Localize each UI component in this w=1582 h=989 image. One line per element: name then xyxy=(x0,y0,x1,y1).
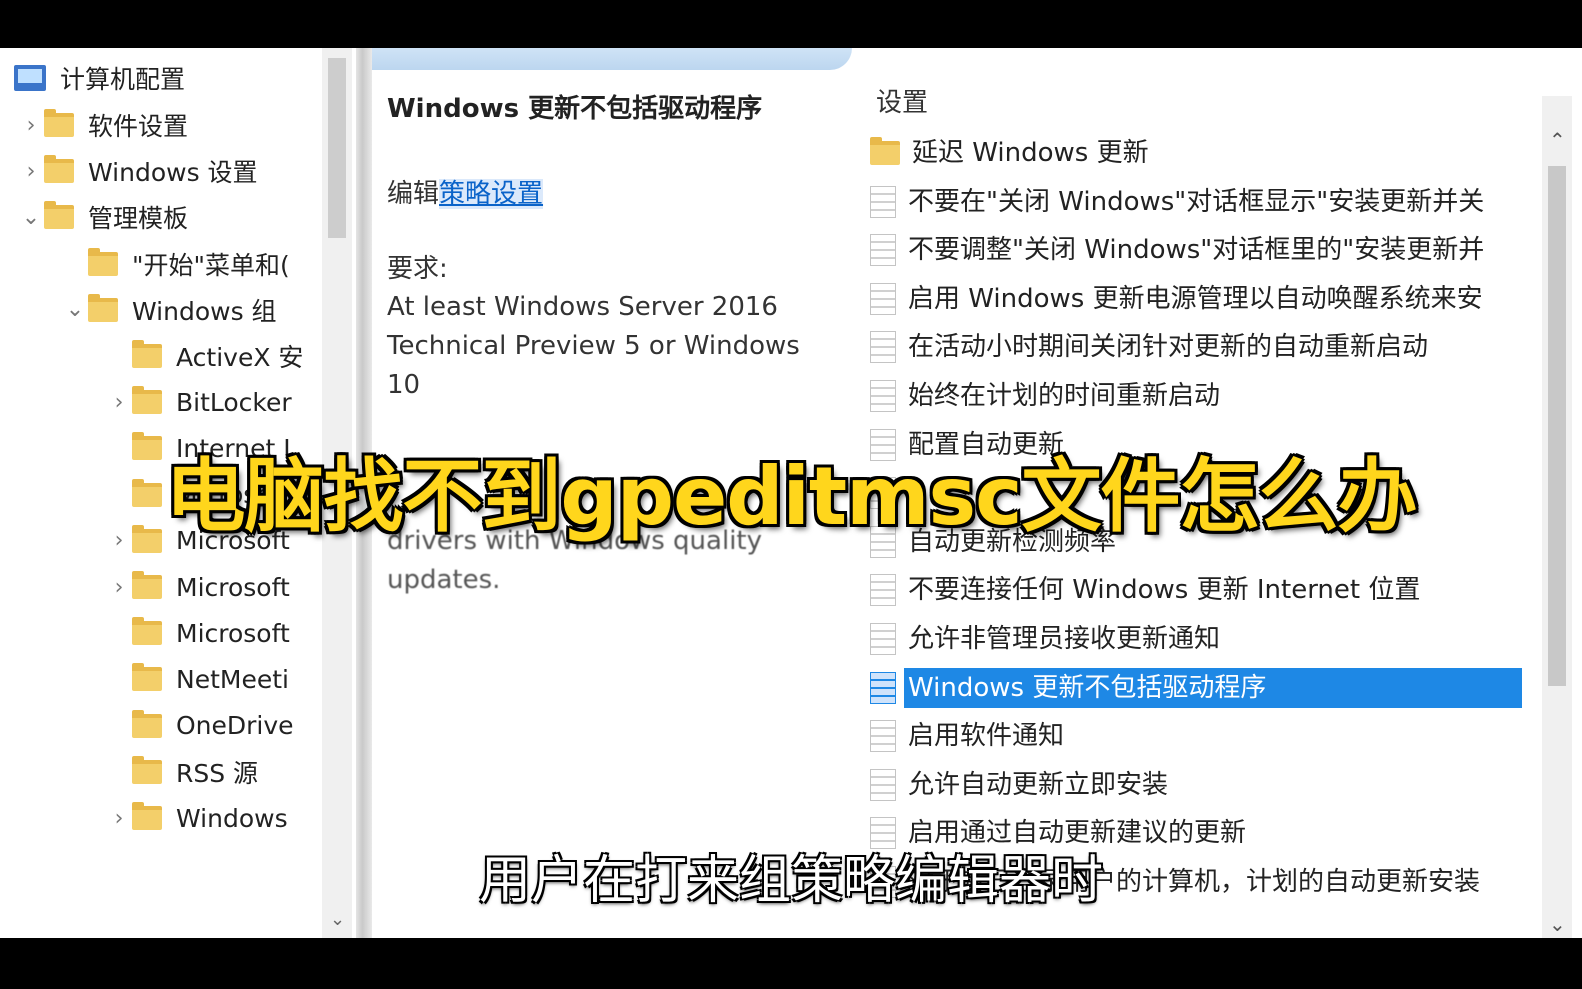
folder-icon xyxy=(132,755,162,784)
folder-icon xyxy=(870,137,900,165)
setting-label: 启用软件通知 xyxy=(908,721,1065,752)
tree-item-label: NetMeeti xyxy=(176,664,289,694)
chevron-right-icon[interactable]: › xyxy=(106,806,132,831)
policy-setting-icon xyxy=(870,768,896,801)
tree-item-label: OneDrive xyxy=(176,711,294,741)
tree-item[interactable]: › BitLocker xyxy=(106,380,292,424)
setting-label: 不要在"关闭 Windows"对话框显示"安装更新并关 xyxy=(908,186,1485,217)
tree-item-label: ActiveX 安 xyxy=(176,343,304,372)
tree-item[interactable]: › Microsoft xyxy=(106,565,290,609)
requirements-label: 要求: xyxy=(387,254,448,284)
tree-item[interactable]: ⌄ 管理模板 xyxy=(18,195,188,239)
chevron-down-icon[interactable]: ⌄ xyxy=(18,205,44,230)
setting-row[interactable]: 允许自动更新立即安装 xyxy=(870,765,1522,805)
tree-item[interactable]: Microsoft xyxy=(106,611,290,655)
tree-item-label: Windows 组 xyxy=(132,296,277,326)
tree-item-label: Microsoft xyxy=(176,618,290,648)
tree-item-label: 计算机配置 xyxy=(60,65,186,94)
tree-item-label: "开始"菜单和( xyxy=(132,250,290,280)
folder-icon xyxy=(44,155,74,184)
setting-row[interactable]: 不要在"关闭 Windows"对话框显示"安装更新并关 xyxy=(870,182,1522,222)
policy-setting-icon xyxy=(870,234,896,267)
policy-setting-icon xyxy=(870,331,896,364)
setting-row[interactable]: 允许非管理员接收更新通知 xyxy=(870,619,1522,659)
tree-item[interactable]: › Windows 设置 xyxy=(18,149,258,193)
folder-icon xyxy=(132,802,162,830)
tree-item-label: 管理模板 xyxy=(88,204,189,234)
folder-icon xyxy=(132,340,162,368)
setting-label: Windows 更新不包括驱动程序 xyxy=(904,667,1522,708)
chevron-right-icon[interactable]: › xyxy=(106,390,132,415)
policy-setting-icon xyxy=(870,185,896,218)
video-subtitle: 用户在打来组策略编辑器时 xyxy=(478,851,1103,911)
tree-item-label: Microsoft xyxy=(176,572,290,602)
policy-setting-icon xyxy=(870,380,896,412)
computer-icon xyxy=(14,65,46,91)
settings-column-header[interactable]: 设置 xyxy=(876,82,928,119)
setting-row[interactable]: 不要调整"关闭 Windows"对话框里的"安装更新并 xyxy=(870,230,1522,270)
video-title-overlay: 电脑找不到gpeditmsc文件怎么办 xyxy=(165,450,1417,543)
tree-item[interactable]: ⌄ Windows 组 xyxy=(62,288,277,332)
chevron-down-icon[interactable]: ⌄ xyxy=(62,297,88,322)
policy-title: Windows 更新不包括驱动程序 xyxy=(387,94,763,124)
scroll-down-icon[interactable]: ⌄ xyxy=(1549,912,1566,936)
tree-item-label: Windows xyxy=(176,803,288,833)
policy-setting-icon xyxy=(870,623,896,655)
setting-row[interactable]: 延迟 Windows 更新 xyxy=(870,133,1522,173)
chevron-right-icon[interactable]: › xyxy=(18,113,44,138)
tree-root-computer-config[interactable]: 计算机配置 xyxy=(14,56,185,100)
setting-row[interactable]: 不要连接任何 Windows 更新 Internet 位置 xyxy=(870,570,1522,610)
folder-icon xyxy=(44,201,74,230)
policy-setting-icon xyxy=(870,671,896,704)
policy-setting-icon xyxy=(870,720,896,753)
folder-icon xyxy=(132,571,162,599)
setting-label: 延迟 Windows 更新 xyxy=(912,138,1149,168)
tree-scroll-thumb[interactable] xyxy=(328,58,346,238)
folder-icon xyxy=(132,709,162,738)
folder-icon xyxy=(88,293,118,322)
folder-icon xyxy=(132,386,162,415)
requirements-text: At least Windows Server 2016 Technical P… xyxy=(387,292,800,400)
chevron-right-icon[interactable]: › xyxy=(18,159,44,184)
tree-item[interactable]: › 软件设置 xyxy=(18,103,188,147)
setting-label: 在活动小时期间关闭针对更新的自动重新启动 xyxy=(908,332,1429,363)
tree-item[interactable]: RSS 源 xyxy=(106,750,258,794)
setting-label: 允许自动更新立即安装 xyxy=(908,769,1169,800)
folder-icon xyxy=(132,663,162,692)
edit-prefix: 编辑 xyxy=(387,179,440,209)
settings-scroll-thumb[interactable] xyxy=(1548,166,1566,686)
setting-label: 始终在计划的时间重新启动 xyxy=(908,381,1221,411)
setting-row[interactable]: 始终在计划的时间重新启动 xyxy=(870,376,1522,416)
setting-label: 启用 Windows 更新电源管理以自动唤醒系统来安 xyxy=(908,283,1483,314)
setting-label: 不要调整"关闭 Windows"对话框里的"安装更新并 xyxy=(908,235,1485,266)
policy-setting-icon xyxy=(870,574,896,607)
folder-icon xyxy=(88,247,118,276)
edit-policy-line: 编辑策略设置 xyxy=(387,173,544,210)
tree-item[interactable]: "开始"菜单和( xyxy=(62,242,290,286)
setting-row[interactable]: 在活动小时期间关闭针对更新的自动重新启动 xyxy=(870,327,1522,367)
tree-item-label: RSS 源 xyxy=(176,758,259,788)
tree-item[interactable]: › Windows xyxy=(106,796,288,840)
extended-tab[interactable] xyxy=(372,48,852,70)
scroll-up-icon[interactable]: ⌃ xyxy=(1549,128,1566,152)
tree-item[interactable]: ActiveX 安 xyxy=(106,334,303,378)
chevron-right-icon[interactable]: › xyxy=(106,575,132,600)
tree-item-label: BitLocker xyxy=(176,387,292,417)
tree-item-label: Windows 设置 xyxy=(88,158,258,188)
tree-item[interactable]: OneDrive xyxy=(106,704,294,748)
tree-item-label: 软件设置 xyxy=(88,112,189,141)
setting-row[interactable]: 启用软件通知 xyxy=(870,716,1522,756)
setting-row[interactable]: 启用 Windows 更新电源管理以自动唤醒系统来安 xyxy=(870,279,1522,319)
folder-icon xyxy=(44,109,74,137)
setting-label: 允许非管理员接收更新通知 xyxy=(908,624,1221,654)
policy-settings-link[interactable]: 策略设置 xyxy=(439,179,544,209)
tree-item[interactable]: NetMeeti xyxy=(106,657,289,701)
policy-setting-icon xyxy=(870,282,896,315)
setting-label: 不要连接任何 Windows 更新 Internet 位置 xyxy=(908,575,1421,606)
folder-icon xyxy=(132,617,162,646)
setting-row-selected[interactable]: Windows 更新不包括驱动程序 xyxy=(870,667,1522,708)
